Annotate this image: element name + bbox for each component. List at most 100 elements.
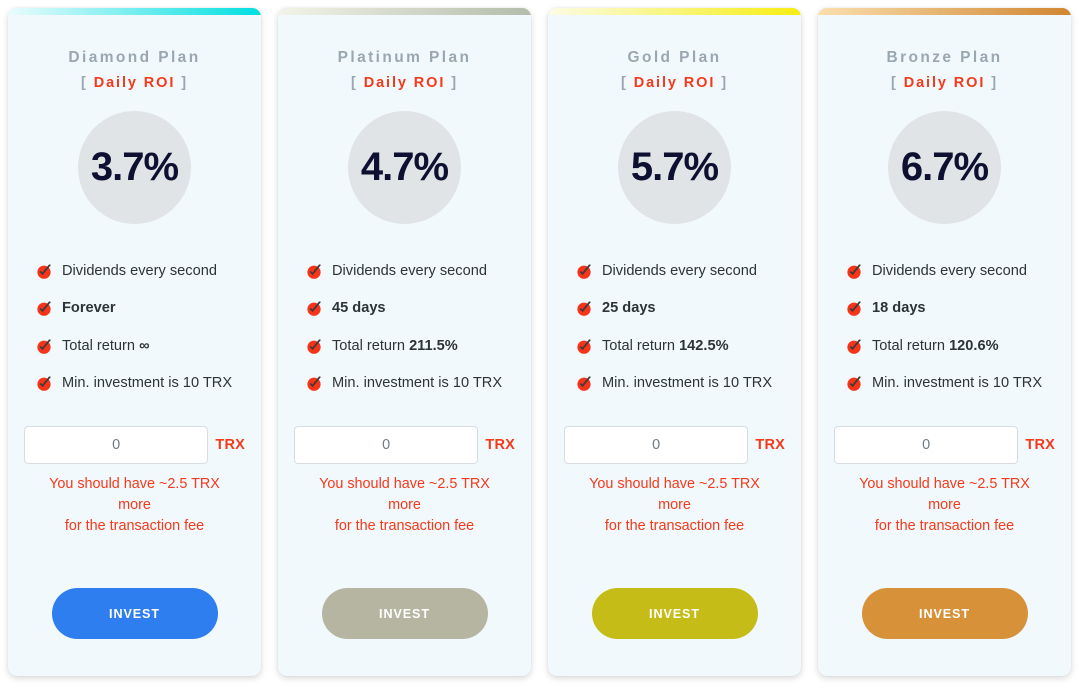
plan-feature-text: Dividends every second: [872, 262, 1027, 279]
red-check-icon: [36, 338, 53, 355]
daily-roi-percent-diamond: 3.7%: [90, 145, 179, 190]
plan-feature: Min. investment is 10 TRX: [306, 375, 515, 392]
plan-accent-bar-gold: [548, 8, 801, 15]
warning-line-2: more: [658, 496, 691, 513]
invest-button-platinum[interactable]: INVEST: [321, 588, 488, 639]
plan-feature-text: Total return 120.6%: [872, 337, 999, 354]
red-check-icon: [846, 338, 863, 355]
invest-amount-row: TRX: [294, 426, 515, 465]
daily-roi-circle: 3.7%: [78, 110, 191, 224]
plan-feature: Dividends every second: [576, 263, 785, 280]
invest-amount-row: TRX: [834, 426, 1055, 465]
plan-feature: Dividends every second: [36, 263, 245, 280]
plan-feature: 45 days: [306, 300, 515, 317]
plan-feature: Min. investment is 10 TRX: [576, 375, 785, 392]
plan-feature: Dividends every second: [846, 263, 1055, 280]
daily-roi-percent-gold: 5.7%: [630, 145, 719, 190]
daily-roi-percent-platinum: 4.7%: [360, 145, 449, 190]
daily-roi-percent-bronze: 6.7%: [900, 145, 989, 190]
plan-feature: Total return ∞: [36, 338, 245, 355]
plan-card-bronze: Bronze Plan [ Daily ROI ] 6.7% Dividends…: [818, 8, 1071, 676]
red-check-icon: [576, 375, 593, 392]
transaction-fee-warning: You should have ~2.5 TRX more for the tr…: [834, 474, 1055, 536]
plan-card-diamond: Diamond Plan [ Daily ROI ] 3.7% Dividend…: [8, 8, 261, 676]
warning-line-3: for the transaction fee: [874, 517, 1015, 534]
roi-bracket-close: ]: [721, 74, 728, 91]
red-check-icon: [306, 263, 323, 280]
plan-accent-bar-bronze: [818, 8, 1071, 15]
roi-bracket-close: ]: [181, 74, 188, 91]
roi-label-text: Daily ROI: [93, 74, 176, 91]
warning-line-1: You should have ~2.5 TRX: [49, 476, 220, 493]
trx-currency-label: TRX: [485, 437, 515, 454]
red-check-icon: [846, 375, 863, 392]
plan-feature-text: Total return 211.5%: [332, 337, 458, 354]
red-check-icon: [846, 263, 863, 280]
invest-button-gold[interactable]: INVEST: [591, 588, 758, 639]
plan-feature-text: Total return ∞: [62, 337, 150, 354]
plan-feature-text: Min. investment is 10 TRX: [332, 375, 503, 392]
plan-feature: Min. investment is 10 TRX: [36, 375, 245, 392]
plan-roi-label: [ Daily ROI ]: [351, 75, 458, 91]
plan-feature-list-bronze: Dividends every second 18 days Total retur…: [834, 263, 1055, 393]
warning-line-1: You should have ~2.5 TRX: [319, 476, 490, 493]
invest-amount-input-bronze[interactable]: [834, 426, 1019, 465]
plan-title-platinum: Platinum Plan: [337, 49, 472, 66]
plan-card-gold: Gold Plan [ Daily ROI ] 5.7% Dividends e…: [548, 8, 801, 676]
warning-line-3: for the transaction fee: [64, 517, 205, 534]
warning-line-2: more: [928, 496, 961, 513]
roi-bracket-open: [: [81, 74, 88, 91]
roi-bracket-open: [: [891, 74, 898, 91]
red-check-icon: [306, 338, 323, 355]
plan-feature-list-gold: Dividends every second 25 days Total retur…: [564, 263, 785, 393]
invest-button-bronze[interactable]: INVEST: [861, 588, 1028, 639]
plan-feature-text: 25 days: [602, 300, 656, 317]
transaction-fee-warning: You should have ~2.5 TRX more for the tr…: [294, 474, 515, 536]
red-check-icon: [576, 300, 593, 317]
warning-line-1: You should have ~2.5 TRX: [859, 476, 1030, 493]
daily-roi-circle: 4.7%: [348, 110, 461, 224]
plan-feature: Forever: [36, 300, 245, 317]
invest-amount-input-diamond[interactable]: [24, 426, 209, 465]
plan-feature-text: Dividends every second: [602, 262, 757, 279]
plan-feature-text: Dividends every second: [62, 262, 217, 279]
roi-bracket-close: ]: [451, 74, 458, 91]
warning-line-2: more: [118, 496, 151, 513]
plan-title-gold: Gold Plan: [627, 49, 722, 66]
red-check-icon: [306, 375, 323, 392]
plan-title-diamond: Diamond Plan: [68, 49, 201, 66]
plan-feature: 18 days: [846, 300, 1055, 317]
red-check-icon: [576, 263, 593, 280]
warning-line-2: more: [388, 496, 421, 513]
plan-roi-label: [ Daily ROI ]: [81, 75, 188, 91]
roi-bracket-open: [: [351, 74, 358, 91]
plan-accent-bar-platinum: [278, 8, 531, 15]
transaction-fee-warning: You should have ~2.5 TRX more for the tr…: [564, 474, 785, 536]
plan-accent-bar-diamond: [8, 8, 261, 15]
plan-feature-text: Min. investment is 10 TRX: [872, 375, 1043, 392]
invest-amount-row: TRX: [564, 426, 785, 465]
plan-roi-label: [ Daily ROI ]: [621, 75, 728, 91]
invest-amount-input-platinum[interactable]: [294, 426, 479, 465]
plan-feature: Total return 142.5%: [576, 338, 785, 355]
plan-feature: Total return 120.6%: [846, 338, 1055, 355]
plan-feature-text: 45 days: [332, 300, 386, 317]
red-check-icon: [36, 375, 53, 392]
plan-card-platinum: Platinum Plan [ Daily ROI ] 4.7% Dividen…: [278, 8, 531, 676]
plan-feature-list-diamond: Dividends every second Forever Total retur…: [24, 263, 245, 393]
roi-bracket-open: [: [621, 74, 628, 91]
warning-line-3: for the transaction fee: [604, 517, 745, 534]
invest-button-diamond[interactable]: INVEST: [51, 588, 218, 639]
trx-currency-label: TRX: [215, 437, 245, 454]
invest-amount-input-gold[interactable]: [564, 426, 749, 465]
red-check-icon: [576, 338, 593, 355]
roi-bracket-close: ]: [991, 74, 998, 91]
plan-roi-label: [ Daily ROI ]: [891, 75, 998, 91]
plan-feature: 25 days: [576, 300, 785, 317]
plan-feature-text: 18 days: [872, 300, 926, 317]
red-check-icon: [846, 300, 863, 317]
daily-roi-circle: 5.7%: [618, 110, 731, 224]
investment-plans-row: Diamond Plan [ Daily ROI ] 3.7% Dividend…: [0, 0, 1079, 690]
plan-feature-list-platinum: Dividends every second 45 days Total retur…: [294, 263, 515, 393]
plan-feature-text: Min. investment is 10 TRX: [602, 375, 773, 392]
